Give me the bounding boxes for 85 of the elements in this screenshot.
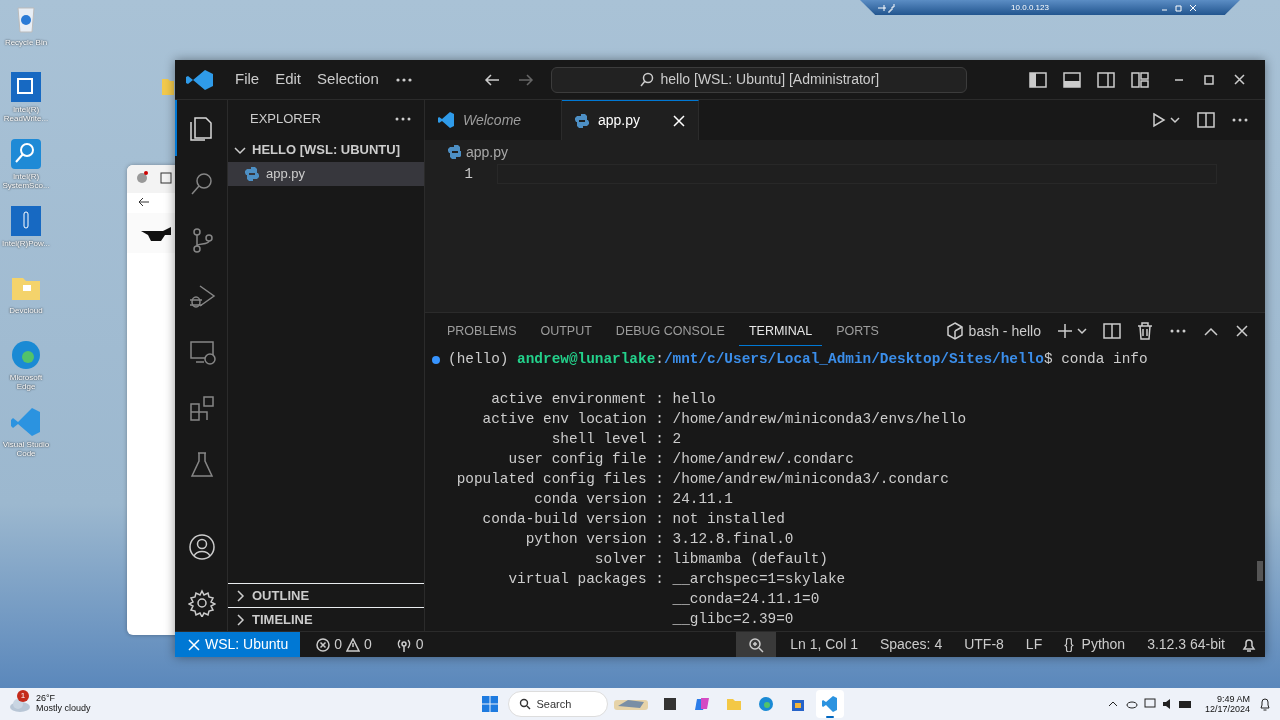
scope-icon[interactable] <box>8 136 44 172</box>
edge-icon[interactable] <box>756 695 775 713</box>
python-file-icon <box>447 144 461 160</box>
panel-tab[interactable]: OUTPUT <box>530 316 602 346</box>
trash-icon[interactable] <box>1137 322 1153 340</box>
toggle-panel-icon[interactable] <box>1063 71 1081 88</box>
status-item[interactable]: 3.12.3 64-bit <box>1139 632 1233 657</box>
ports-indicator[interactable]: 0 <box>387 632 432 657</box>
toggle-secondary-sidebar-icon[interactable] <box>1097 71 1115 88</box>
maximize-panel-icon[interactable] <box>1203 325 1219 337</box>
warning-icon <box>346 637 361 652</box>
customize-layout-icon[interactable] <box>1131 71 1149 88</box>
editor-tab[interactable]: app.py <box>562 100 699 140</box>
status-item[interactable]: Spaces: 4 <box>871 632 951 657</box>
search-field[interactable]: Search <box>507 691 608 717</box>
bell-icon[interactable] <box>1241 636 1257 653</box>
temperature: 26°F <box>36 694 57 704</box>
problems-indicator[interactable]: 0 0 <box>308 632 380 657</box>
breadcrumb[interactable]: app.py <box>425 140 1265 164</box>
terminal-output-line: solver : libmamba (default) <box>593 550 829 569</box>
terminal-output-line: python version : 3.12.8.final.0 <box>524 530 795 549</box>
zoom-icon[interactable] <box>748 636 765 653</box>
toggle-sidebar-icon[interactable] <box>1029 71 1047 88</box>
copilot-icon[interactable] <box>692 695 711 713</box>
terminal-output-line: shell level : 2 <box>550 430 683 449</box>
flask-icon[interactable] <box>188 450 216 478</box>
remote-indicator[interactable]: WSL: Ubuntu <box>175 632 301 657</box>
terminal-output-line: __conda=24.11.1=0 <box>671 590 821 609</box>
forward-arrow-icon[interactable] <box>516 71 535 88</box>
connection-title: 10.0.0.123 <box>1010 1 1050 14</box>
line-number: 1 <box>463 165 473 184</box>
search-icon <box>638 71 655 88</box>
clock[interactable]: 9:49 AM 12/17/2024 <box>1204 693 1250 715</box>
vscode-icon[interactable] <box>820 695 839 713</box>
tree-item[interactable]: app.py <box>228 162 424 186</box>
panel-tab[interactable]: PORTS <box>826 316 889 346</box>
panel-tab[interactable]: PROBLEMS <box>437 316 527 346</box>
menu-item[interactable]: Edit <box>267 68 310 91</box>
notification-badge: 1 <box>17 690 29 702</box>
terminal-prompt-line: (hello) andrew@lunarlake:/mnt/c/Users/Local_Admin/Desktop/Sites/hello$ conda info <box>448 350 1149 369</box>
section-header[interactable]: OUTLINE <box>252 585 310 606</box>
terminal-output-line: populated config files : /home/andrew/miniconda3/.condarc <box>455 470 950 489</box>
section-header[interactable]: TIMELINE <box>252 609 313 630</box>
command-status-dot-icon <box>432 356 440 364</box>
status-item[interactable]: LF <box>1017 632 1051 657</box>
search-icon <box>518 698 531 710</box>
vscode-logo-icon <box>437 111 455 129</box>
terminal-name[interactable]: bash - hello <box>968 320 1041 342</box>
notification-bell-icon[interactable] <box>1258 697 1272 711</box>
antenna-icon <box>395 637 412 652</box>
menu-item[interactable]: File <box>227 68 268 91</box>
weather-condition: Mostly cloudy <box>36 704 91 714</box>
menu-item[interactable]: Selection <box>309 68 387 91</box>
error-icon <box>316 637 331 652</box>
sidebar-title: EXPLORER <box>250 110 321 129</box>
split-editor-icon[interactable] <box>1197 112 1215 128</box>
panel-tab[interactable]: DEBUG CONSOLE <box>605 316 735 346</box>
account-icon[interactable] <box>188 533 216 561</box>
scrollbar-thumb[interactable] <box>1257 561 1263 581</box>
back-arrow-icon[interactable] <box>482 71 501 88</box>
terminal-output-line: __glibc=2.39=0 <box>671 610 795 629</box>
close-icon[interactable] <box>1235 324 1249 338</box>
terminal-output-line: active environment : hello <box>490 390 717 409</box>
settings-icon[interactable] <box>188 589 216 617</box>
run-debug-icon[interactable] <box>188 282 216 310</box>
terminal-output-line: conda version : 24.11.1 <box>533 490 734 509</box>
new-terminal-icon[interactable] <box>1057 322 1087 340</box>
command-center[interactable]: hello [WSL: Ubuntu] [Administrator] <box>550 66 967 93</box>
terminal-output-line: virtual packages : __archspec=1=skylake <box>507 570 847 589</box>
windows-start-icon[interactable] <box>480 695 499 713</box>
python-file-icon <box>574 112 590 129</box>
status-item[interactable]: Ln 1, Col 1 <box>782 632 866 657</box>
terminal-output-line: conda-build version : not installed <box>481 510 786 529</box>
panel-tab[interactable]: TERMINAL <box>738 316 823 346</box>
terminal-output-line: user config file : /home/andrew/.condarc <box>507 450 855 469</box>
folder-name[interactable]: HELLO [WSL: UBUNTU] <box>252 140 401 160</box>
run-icon[interactable] <box>1151 112 1181 128</box>
status-item[interactable]: UTF-8 <box>956 632 1012 657</box>
terminal-output-line: active env location : /home/andrew/miniconda3/envs/hello <box>481 410 968 429</box>
terminal-shell-icon <box>946 322 963 340</box>
split-terminal-icon[interactable] <box>1103 323 1121 339</box>
remote-explorer-icon[interactable] <box>188 338 216 366</box>
python-file-icon <box>244 166 260 182</box>
status-item[interactable]: {} Python <box>1056 632 1134 657</box>
extensions-icon[interactable] <box>188 394 216 422</box>
